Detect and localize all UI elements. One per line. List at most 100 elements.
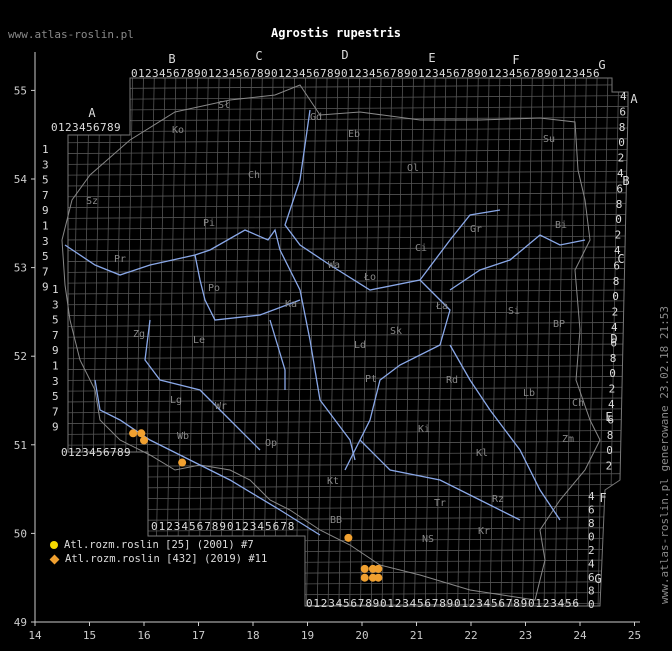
grid-index-digit: 1 — [208, 67, 215, 80]
grid-line — [79, 78, 90, 606]
grid-index-digit: 3 — [432, 67, 439, 80]
grid-index-digit: 4 — [484, 597, 491, 610]
region-label: Su — [543, 134, 555, 145]
grid-index-digit: 1 — [235, 520, 242, 533]
grid-line — [68, 78, 69, 606]
grid-index-digit: 0 — [341, 67, 348, 80]
grid-line — [68, 527, 628, 532]
grid-index-digit: 3 — [222, 67, 229, 80]
grid-index-digit: 9 — [264, 67, 271, 80]
region-label: Ci — [415, 243, 427, 254]
y-tick-label: 51 — [14, 439, 27, 452]
grid-index-digit: 3 — [328, 597, 335, 610]
region-label: NS — [422, 534, 434, 545]
grid-index-digit: 1 — [488, 67, 495, 80]
x-tick-label: 21 — [410, 629, 423, 642]
grid-index-digit: 7 — [358, 597, 365, 610]
grid-index-digit: 2 — [215, 67, 222, 80]
legend-circle-icon — [50, 541, 58, 549]
grid-line — [122, 78, 134, 606]
grid-line — [68, 78, 80, 606]
region-label: Pi — [203, 218, 215, 229]
grid-index-digit: 4 — [608, 398, 615, 411]
x-tick-label: 14 — [28, 629, 42, 642]
grid-index-digit: 8 — [397, 67, 404, 80]
grid-row-letter: A — [630, 92, 638, 106]
grid-index-digit: 1 — [348, 67, 355, 80]
grid-index-digit: 7 — [204, 520, 211, 533]
legend: Atl.rozm.roslin [25] (2001) #7 Atl.rozm.… — [49, 538, 267, 566]
grid-index-digit: 8 — [117, 446, 124, 459]
grid-index-digit: 5 — [516, 67, 523, 80]
grid-line — [133, 78, 144, 606]
occurrence-point — [129, 429, 138, 438]
grid-line — [554, 78, 566, 606]
grid-index-digit: 3 — [572, 67, 579, 80]
x-tick-label: 23 — [519, 629, 532, 642]
grid-index-digit: 5 — [446, 67, 453, 80]
grid-index-digit: 2 — [618, 152, 625, 165]
grid-index-digit: 1 — [558, 67, 565, 80]
river — [269, 319, 286, 390]
grid-index-digit: 3 — [52, 375, 59, 388]
grid-index-digit: 5 — [52, 390, 59, 403]
grid-index-digit: 2 — [425, 67, 432, 80]
grid-index-digit: 2 — [606, 460, 613, 473]
grid-index-digit: 7 — [530, 67, 537, 80]
grid-line — [68, 592, 628, 597]
region-label: Wr — [215, 401, 227, 412]
grid-index-digit: 8 — [537, 67, 544, 80]
grid-index-digit: 8 — [107, 121, 114, 134]
grid-line — [68, 170, 628, 176]
grid-index-digit: 2 — [469, 597, 476, 610]
occurrence-point — [178, 458, 187, 467]
grid-index-digit: 1 — [461, 597, 468, 610]
region-label: Sk — [390, 326, 402, 337]
grid-line — [68, 84, 628, 90]
grid-index-digit: 1 — [278, 67, 285, 80]
grid-line — [68, 311, 628, 316]
grid-index-digit: 5 — [565, 597, 572, 610]
grid-index-digit: 3 — [362, 67, 369, 80]
region-label: Sz — [86, 196, 98, 207]
grid-index-digit: 0 — [606, 444, 613, 457]
region-label: Si — [508, 306, 520, 317]
grid-line — [68, 95, 628, 100]
grid-index-digit: 3 — [42, 158, 49, 171]
grid-line — [338, 78, 350, 606]
grid-line — [68, 246, 628, 252]
grid-index-digit: 6 — [616, 182, 623, 195]
grid-index-digit: 4 — [336, 597, 343, 610]
grid-index-digit: 8 — [619, 121, 626, 134]
region-label: Gr — [470, 224, 482, 235]
x-tick-label: 16 — [137, 629, 150, 642]
region-label: Ka — [285, 299, 297, 310]
grid-index-digit: 1 — [418, 67, 425, 80]
grid-index-digit: 9 — [194, 67, 201, 80]
region-label: Ol — [407, 163, 419, 174]
grid-line — [500, 78, 512, 606]
grid-index-digit: 7 — [390, 67, 397, 80]
grid-index-digit: 0 — [618, 136, 625, 149]
region-label: Bi — [555, 220, 567, 231]
region-label: Pt — [365, 374, 377, 385]
grid-index-digit: 5 — [189, 520, 196, 533]
grid-index-digit: 1 — [52, 283, 59, 296]
grid-index-digit: 9 — [42, 281, 49, 294]
grid-index-digit: 9 — [42, 204, 49, 217]
grid-line — [68, 570, 628, 576]
grid-index-digit: 0 — [51, 121, 58, 134]
grid-index-digit: 1 — [58, 121, 65, 134]
grid-index-digit: 6 — [103, 446, 110, 459]
grid-line — [68, 278, 628, 284]
grid-index-digit: 6 — [613, 259, 620, 272]
grid-index-digit: 2 — [395, 597, 402, 610]
grid-index-digit: 3 — [502, 67, 509, 80]
grid-index-digit: 2 — [588, 544, 595, 557]
grid-index-digit: 2 — [75, 446, 82, 459]
grid-index-digit: 8 — [607, 429, 614, 442]
grid-line — [543, 78, 555, 606]
grid-line — [68, 581, 628, 586]
grid-index-digit: 4 — [588, 490, 595, 503]
grid-index-digit: 5 — [417, 597, 424, 610]
